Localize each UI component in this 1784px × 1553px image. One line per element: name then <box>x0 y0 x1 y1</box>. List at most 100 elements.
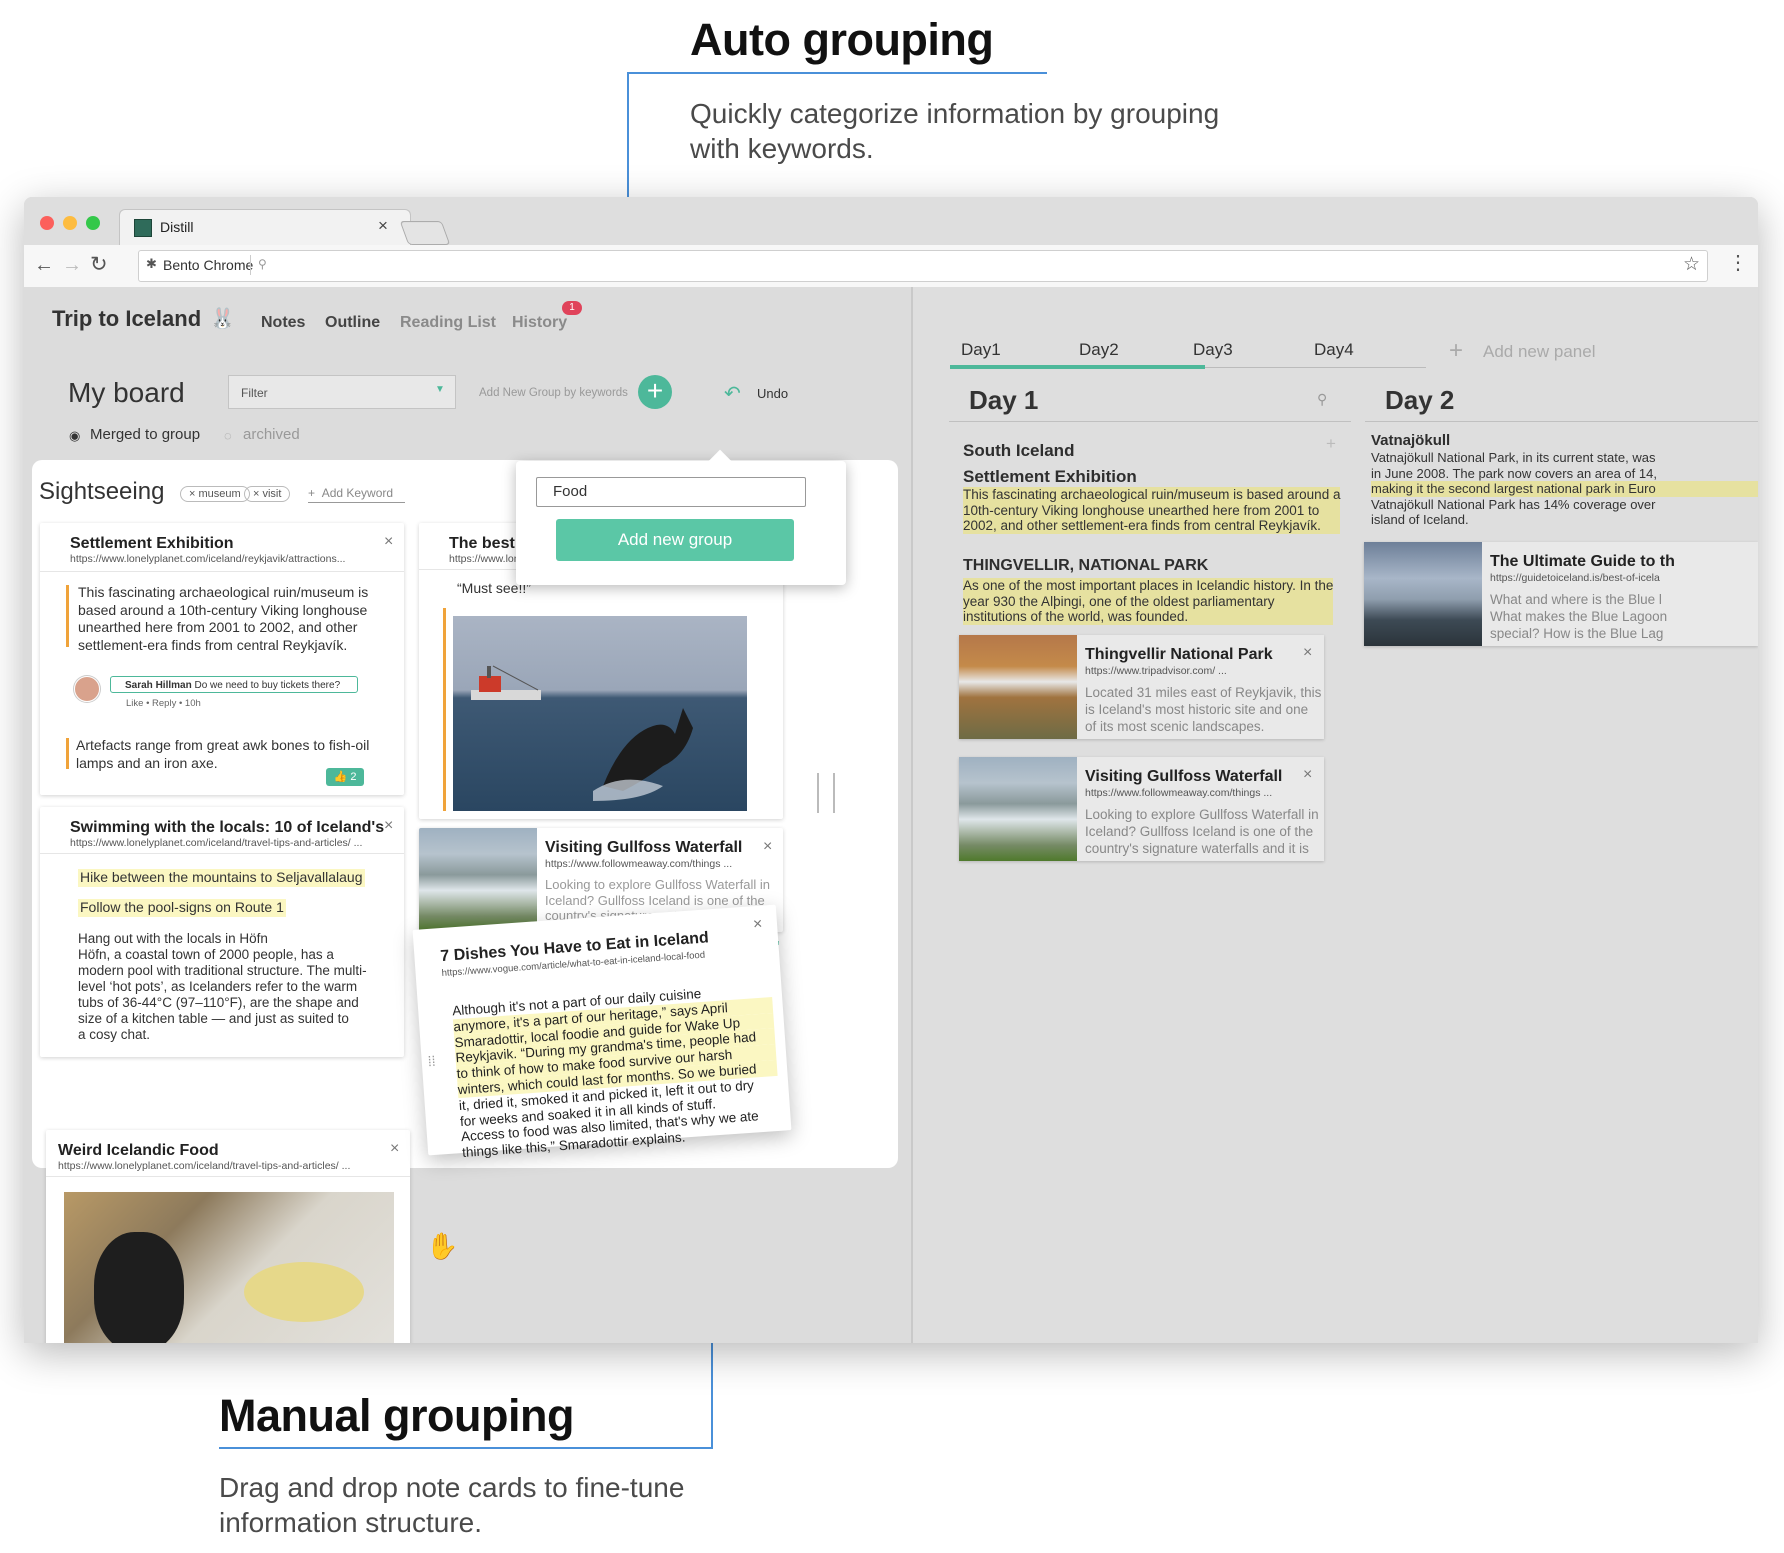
card-title: Settlement Exhibition <box>70 535 234 552</box>
quote-text: Artefacts range from great awk bones to … <box>76 737 370 771</box>
lagoon-thumbnail <box>1364 542 1482 646</box>
forward-arrow-icon[interactable]: → <box>62 254 82 277</box>
menu-kebab-icon[interactable]: ⋮ <box>1728 253 1748 273</box>
merged-to-group-toggle[interactable]: Merged to group <box>90 426 200 443</box>
card-body: Hang out with the locals in Höfn Höfn, a… <box>78 931 367 1042</box>
add-group-label: Add New Group by keywords <box>479 387 628 399</box>
card-url[interactable]: https://www.followmeaway.com/things ... <box>545 858 732 870</box>
card-url[interactable]: https://guidetoiceland.is/best-of-icela <box>1490 572 1660 584</box>
day1-title: Day 1 <box>969 385 1039 415</box>
tab-day3[interactable]: Day3 <box>1193 340 1233 360</box>
keyword-chip[interactable]: × museum <box>180 486 250 502</box>
section-south-iceland: South Iceland <box>963 441 1075 460</box>
section-vatnajokull: Vatnajökull <box>1371 432 1451 449</box>
card-url[interactable]: https://www.followmeaway.com/things ... <box>1085 787 1272 799</box>
card-desc: Looking to explore Gullfoss Waterfall in… <box>1085 807 1319 856</box>
auto-grouping-title: Auto grouping <box>690 14 994 65</box>
card-title: Weird Icelandic Food <box>58 1142 219 1159</box>
add-group-plus-button[interactable]: + <box>638 375 672 409</box>
card-title: Visiting Gullfoss Waterfall <box>545 839 743 856</box>
card-title: Thingvellir National Park <box>1085 646 1273 663</box>
active-tab-indicator <box>950 365 1205 369</box>
note-card-settlement[interactable]: Settlement Exhibition × https://www.lone… <box>40 523 404 795</box>
nav-history[interactable]: History <box>512 314 567 332</box>
bunny-icon: 🐰 <box>210 308 235 330</box>
excerpt-settlement: This fascinating archaeological ruin/mus… <box>963 487 1341 534</box>
card-title: The Ultimate Guide to th <box>1490 553 1675 570</box>
quote-bar <box>443 608 446 811</box>
note-card-thingvellir[interactable]: Thingvellir National Park × https://www.… <box>959 635 1324 739</box>
plus-icon[interactable]: + <box>1449 337 1463 365</box>
outline-pane: Day1 Day2 Day3 Day4 + Add new panel Day … <box>913 287 1758 1343</box>
card-title: Visiting Gullfoss Waterfall <box>1085 768 1283 785</box>
manual-grouping-desc-2: information structure. <box>219 1507 482 1538</box>
card-url[interactable]: https://www.lonelyplanet.com/iceland/rey… <box>70 553 345 565</box>
thingvellir-thumbnail <box>959 635 1077 739</box>
search-icon[interactable]: ⚲ <box>1317 391 1327 408</box>
card-url[interactable]: https://www.lonelyplanet.com/iceland/tra… <box>58 1160 350 1172</box>
close-icon[interactable]: × <box>752 916 763 935</box>
plus-icon[interactable]: + <box>1326 434 1336 454</box>
note-card-dishes-dragging[interactable]: 7 Dishes You Have to Eat in Iceland × ht… <box>412 904 792 1160</box>
nav-reading-list[interactable]: Reading List <box>400 314 496 332</box>
archived-toggle[interactable]: archived <box>243 426 300 443</box>
excerpt-vatnajokull: Vatnajökull National Park, in its curren… <box>1371 450 1758 528</box>
add-new-group-button[interactable]: Add new group <box>556 519 794 561</box>
minimize-window-button[interactable] <box>63 216 77 230</box>
card-url[interactable]: https://www.lonelyplanet.com/iceland/tra… <box>70 837 362 849</box>
group-keyword-input[interactable]: Food <box>536 477 806 507</box>
note-card-swimming[interactable]: Swimming with the locals: 10 of Iceland'… <box>40 807 404 1057</box>
section-thingvellir: THINGVELLIR, NATIONAL PARK <box>963 557 1209 574</box>
browser-tab[interactable]: Distill × <box>119 209 411 246</box>
app-area: Trip to Iceland 🐰 Notes Outline Reading … <box>24 287 1758 1343</box>
note-card-blue-lagoon[interactable]: The Ultimate Guide to th https://guideto… <box>1364 542 1758 646</box>
subsection-settlement: Settlement Exhibition <box>963 467 1137 486</box>
undo-icon[interactable]: ↶ <box>724 381 741 406</box>
quote-bar <box>66 738 69 769</box>
reload-icon[interactable]: ↻ <box>90 252 108 277</box>
add-new-panel-button[interactable]: Add new panel <box>1483 342 1595 362</box>
comment-actions[interactable]: Like • Reply • 10h <box>126 698 201 709</box>
food-photo <box>64 1192 394 1343</box>
close-icon[interactable]: × <box>763 838 772 856</box>
tab-day2[interactable]: Day2 <box>1079 340 1119 360</box>
board-pane: Trip to Iceland 🐰 Notes Outline Reading … <box>24 287 911 1343</box>
app-title: Trip to Iceland <box>52 306 202 331</box>
like-badge[interactable]: 👍 2 <box>326 768 364 786</box>
nav-notes[interactable]: Notes <box>261 314 305 332</box>
waterfall-thumbnail <box>419 828 537 932</box>
close-icon[interactable]: × <box>384 533 393 551</box>
note-card-gullfoss-day1[interactable]: Visiting Gullfoss Waterfall × https://ww… <box>959 757 1324 861</box>
back-arrow-icon[interactable]: ← <box>34 254 54 277</box>
avatar[interactable] <box>74 676 100 702</box>
highlight-text: Hike between the mountains to Seljavalla… <box>78 869 365 887</box>
tab-day4[interactable]: Day4 <box>1314 340 1354 360</box>
quote-bar <box>66 585 69 647</box>
resize-handle-icon[interactable] <box>817 773 835 813</box>
close-icon[interactable]: × <box>384 817 393 835</box>
maximize-window-button[interactable] <box>86 216 100 230</box>
eye-icon: ◉ <box>69 428 81 443</box>
new-tab-button[interactable] <box>399 221 451 245</box>
star-icon[interactable]: ☆ <box>1683 253 1700 276</box>
card-desc: What and where is the Blue l What makes … <box>1490 592 1668 641</box>
omnibox[interactable]: ✱ Bento Chrome ⚲ ☆ <box>138 250 1708 282</box>
close-icon[interactable]: × <box>1303 766 1312 784</box>
close-icon[interactable]: × <box>390 1140 399 1158</box>
address-bar-row: ← → ↻ ✱ Bento Chrome ⚲ ☆ ⋮ <box>24 245 1758 288</box>
card-url[interactable]: https://www.tripadvisor.com/ ... <box>1085 665 1227 677</box>
close-window-button[interactable] <box>40 216 54 230</box>
add-keyword-button[interactable]: + Add Keyword <box>308 486 406 503</box>
distill-favicon-icon <box>134 219 152 237</box>
card-body: Although it's not a part of our daily cu… <box>452 981 782 1161</box>
keyword-chip[interactable]: × visit <box>244 486 291 502</box>
undo-button[interactable]: Undo <box>757 386 788 401</box>
close-icon[interactable]: × <box>1303 644 1312 662</box>
nav-outline[interactable]: Outline <box>325 314 380 332</box>
filter-select[interactable]: Filter ▼ <box>228 375 456 409</box>
drag-handle-icon[interactable]: ⁞⁞ <box>427 1053 436 1070</box>
auto-grouping-desc-1: Quickly categorize information by groupi… <box>690 98 1220 129</box>
tab-day1[interactable]: Day1 <box>961 340 1001 360</box>
note-card-weird-food[interactable]: Weird Icelandic Food × https://www.lonel… <box>46 1130 410 1343</box>
tab-close-icon[interactable]: × <box>378 216 388 236</box>
